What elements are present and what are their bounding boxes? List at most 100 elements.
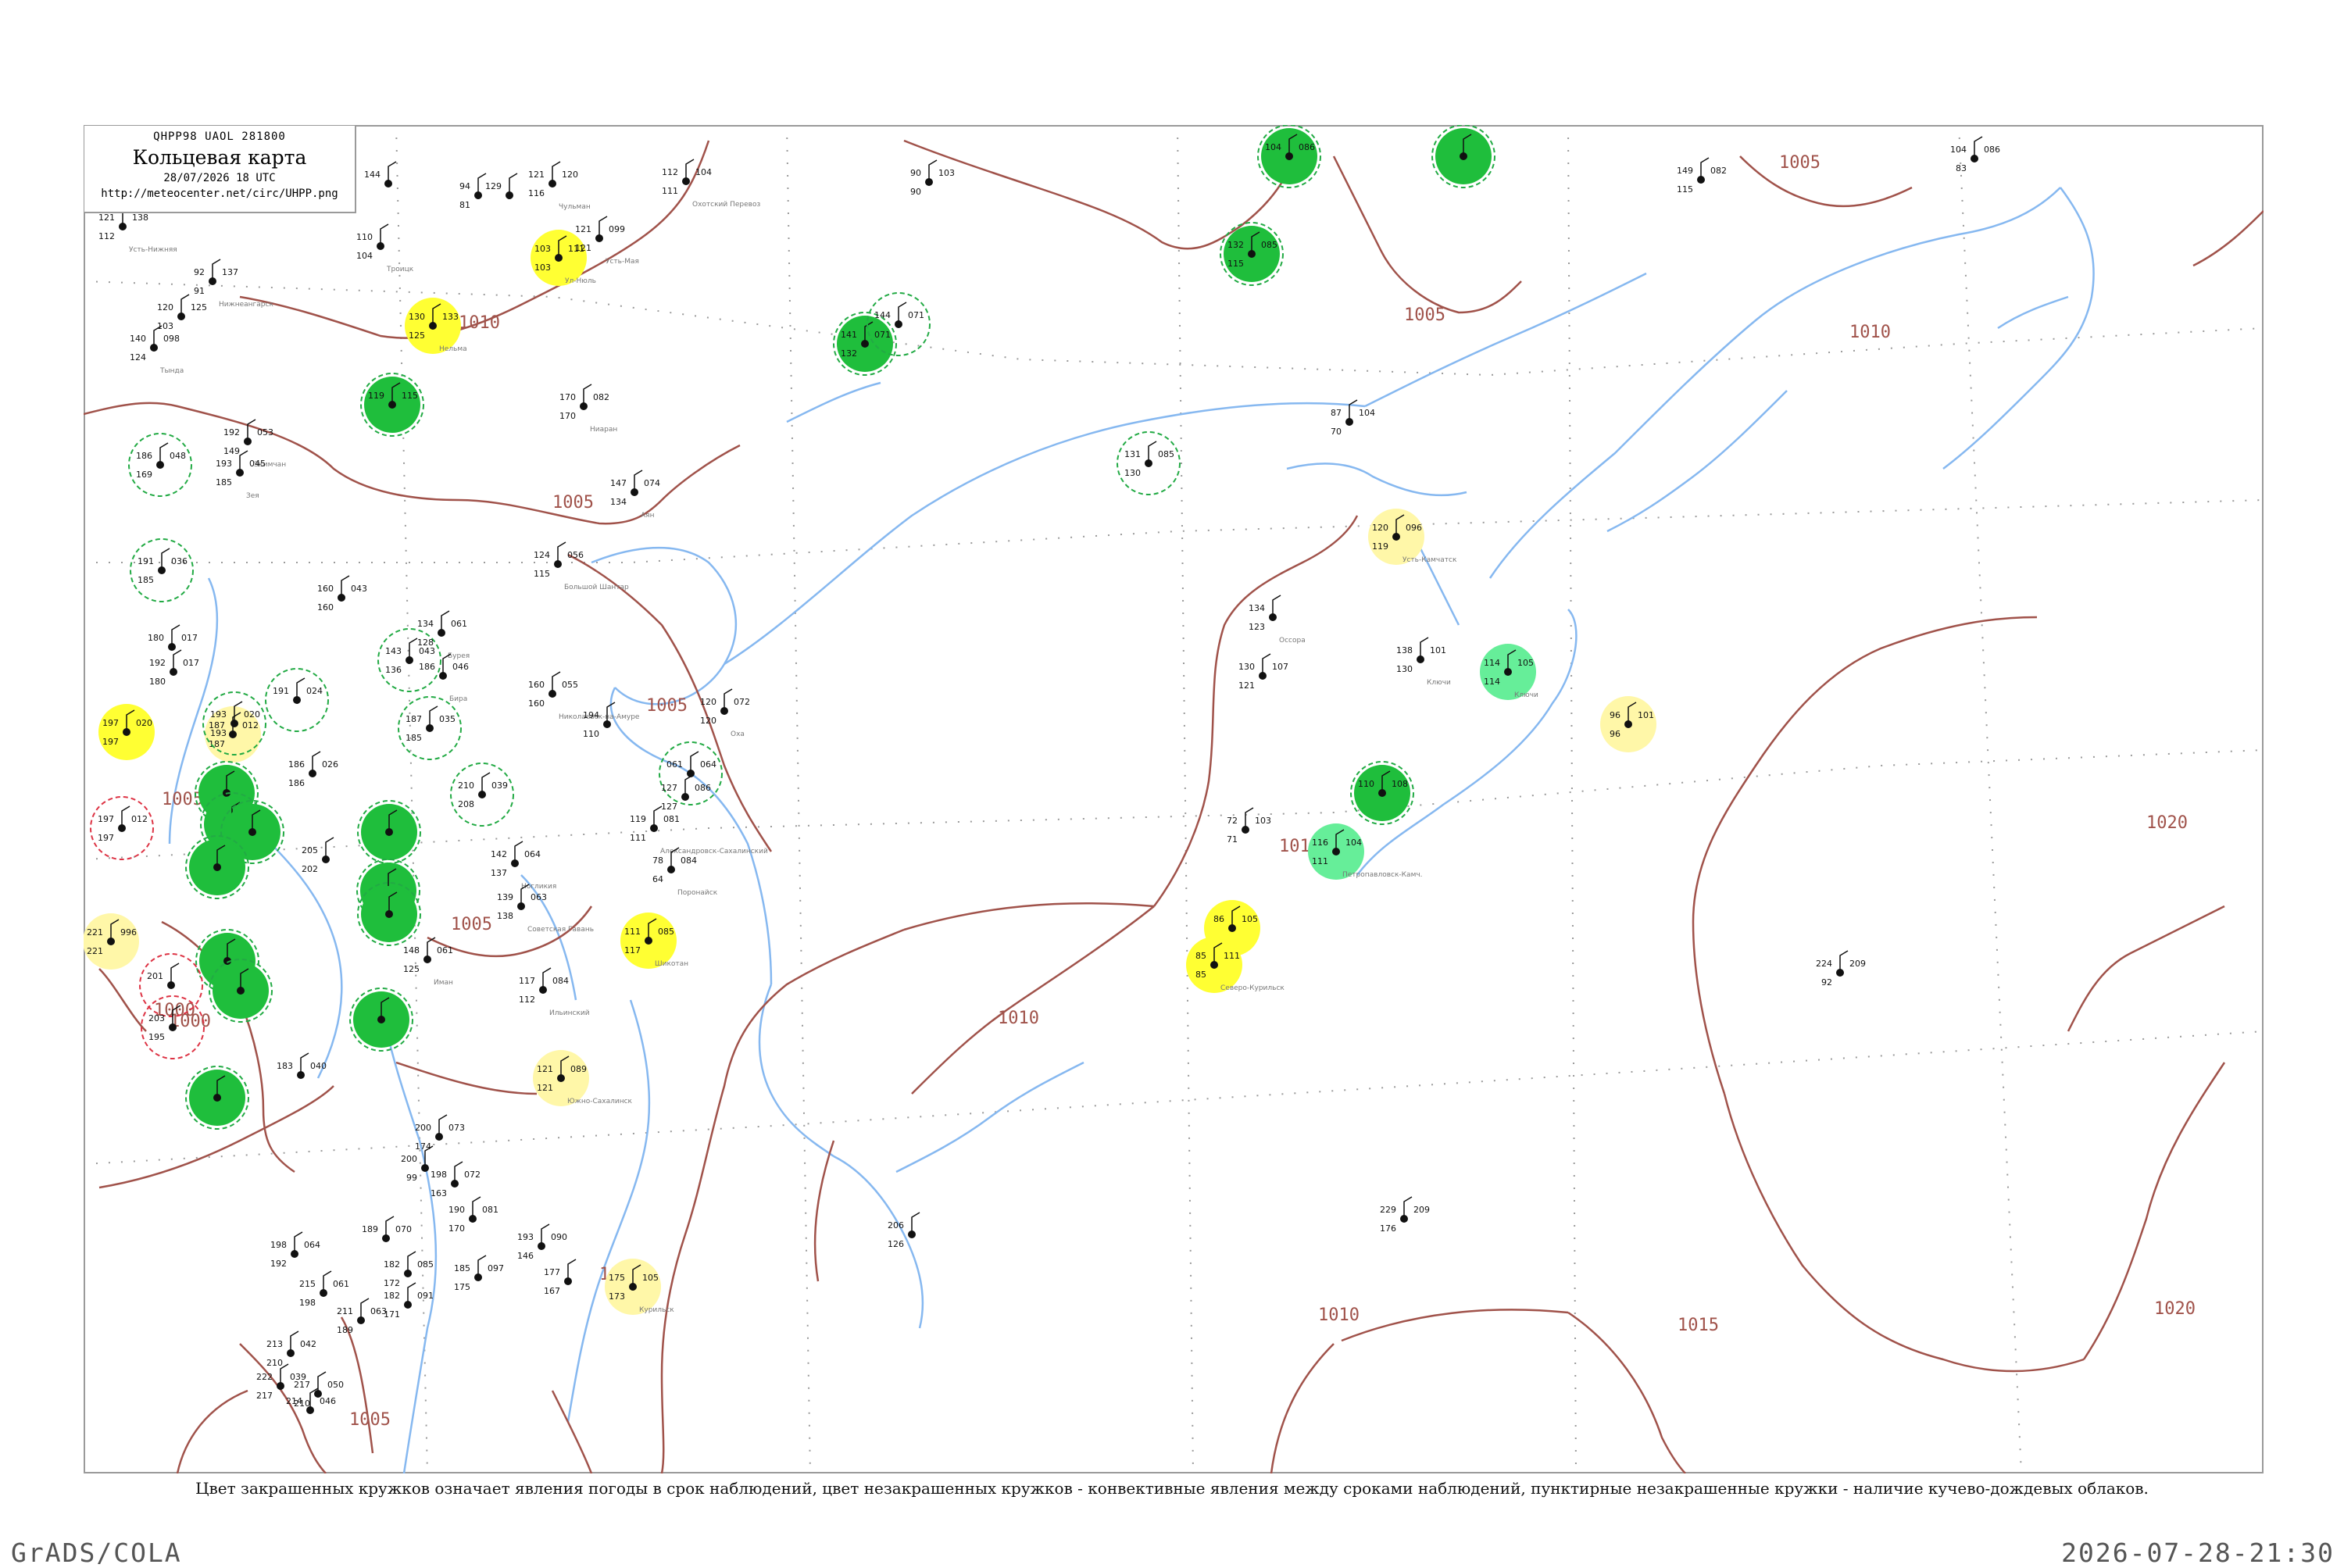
station-filled[interactable]: 103 111103Ул-Нюль — [531, 230, 596, 286]
station-plot[interactable]: 124 056 115 Большой Шантар — [534, 541, 629, 591]
station-dewpoint: 83 — [1956, 163, 1967, 173]
station-plot[interactable]: 130 107 121 — [1238, 653, 1288, 691]
station-plot[interactable]: 186 046 Бира — [419, 653, 469, 703]
station-cb-ring[interactable]: 191 024 — [265, 668, 329, 732]
station-cb-ring[interactable]: 131 085 130 — [1117, 431, 1181, 495]
station-plot[interactable]: 160 043 160 — [317, 575, 367, 613]
station-tendency: 085 — [658, 927, 674, 937]
station-plot[interactable]: 180 017 — [148, 624, 198, 651]
station-plot[interactable]: 215 061 198 — [299, 1270, 349, 1308]
station-plot[interactable]: 185 097 175 — [454, 1255, 504, 1292]
station-filled[interactable]: 197 020 197 — [98, 704, 155, 760]
station-filled[interactable]: 96 101 96 — [1600, 696, 1656, 752]
station-plot[interactable]: 224 209 92 — [1816, 950, 1866, 988]
station-plot[interactable]: 190 081 170 — [448, 1196, 498, 1234]
station-filled[interactable]: 110 108 — [1350, 761, 1414, 825]
map-title: Кольцевая карта — [132, 146, 307, 169]
station-plot[interactable]: 198 072 163 — [431, 1161, 481, 1198]
station-filled[interactable]: 121 089 121 Южно-Сахалинск — [533, 1050, 633, 1106]
station-filled[interactable]: 111 085 117 Шикотан — [620, 913, 688, 969]
station-plot[interactable]: 112 104 111 Охотский Перевоз — [662, 159, 760, 209]
station-dewpoint: 110 — [583, 729, 599, 739]
station-plot[interactable]: 186 026 186 — [288, 751, 338, 788]
station-plot[interactable]: 142 064 137 Ногликия — [491, 841, 556, 891]
station-plot[interactable]: 138 101 130 Ключи — [1396, 637, 1451, 687]
station-pressure: 144 — [364, 170, 381, 180]
station-plot[interactable]: 147 074 134 Аян — [610, 470, 660, 520]
station-cb-ring[interactable]: 061 064 — [659, 741, 723, 805]
station-plot[interactable]: 148 061 125 Иман — [403, 937, 453, 987]
station-dewpoint: 130 — [1124, 468, 1141, 478]
station-plot[interactable]: 104 086 83 — [1950, 136, 2000, 173]
station-cb-ring[interactable]: 187 035 185 — [398, 696, 462, 760]
station-plot[interactable]: 193 045 185 Зея — [216, 450, 266, 500]
station-plot[interactable]: 192 017 180 — [149, 649, 199, 687]
station-filled[interactable]: 141 071 132 — [833, 312, 897, 376]
station-filled[interactable] — [1431, 125, 1495, 188]
station-filled[interactable]: 119 115 — [360, 373, 424, 437]
station-pressure: 222 — [256, 1372, 273, 1382]
station-plot[interactable]: 213 042 210 — [266, 1330, 316, 1368]
station-filled[interactable] — [349, 988, 413, 1052]
source-link[interactable]: http://meteocenter.net/circ/UHPP.png — [84, 188, 355, 200]
station-plot[interactable]: 198 064 192 — [270, 1231, 320, 1269]
station-pressure: 86 — [1213, 914, 1224, 924]
station-plot[interactable]: 200 073 174 — [415, 1114, 465, 1152]
station-plot[interactable]: 189 070 — [362, 1216, 412, 1242]
station-plot[interactable]: 72 103 71 — [1227, 807, 1271, 845]
station-filled[interactable]: 114 105 114 Ключи — [1480, 644, 1538, 700]
station-pressure: 121 — [98, 213, 115, 223]
station-plot[interactable]: 211 063189 — [337, 1298, 387, 1335]
station-plot[interactable]: 134 123 Оссора — [1249, 595, 1306, 645]
station-plot[interactable]: 117 084 112 Ильинский — [519, 967, 590, 1017]
station-pressure: 104 — [1950, 145, 1967, 155]
station-name: Усть-Мая — [606, 258, 639, 266]
station-plot[interactable]: 182 085 172 — [384, 1251, 434, 1288]
station-tendency: 096 — [1406, 523, 1422, 533]
station-cb-ring[interactable]: 186 048 169 — [128, 433, 192, 497]
station-plot[interactable]: 90 103 90 — [910, 159, 955, 197]
station-name: Нижнеангарск — [219, 301, 273, 309]
station-filled[interactable]: 104 086 — [1257, 125, 1321, 188]
station-dewpoint: 208 — [458, 799, 474, 809]
station-pressure: 148 — [403, 945, 420, 955]
station-tendency: 105 — [642, 1273, 659, 1283]
station-cb-ring[interactable]: 191 036 185 — [130, 538, 194, 602]
station-tendency: 209 — [1849, 959, 1866, 969]
station-plot[interactable]: 94 81 — [459, 173, 487, 210]
station-plot[interactable]: 92 137 91 Нижнеангарск — [194, 259, 273, 309]
station-pressure: 131 — [1124, 449, 1141, 459]
station-filled[interactable] — [357, 800, 421, 864]
station-plot[interactable]: 182 091 171 — [384, 1282, 434, 1320]
station-pressure: 191 — [273, 686, 289, 696]
station-cb-ring[interactable]: 197 012 197 — [90, 796, 154, 860]
station-plot[interactable]: 140 098 124 Тында — [130, 325, 184, 375]
station-plot[interactable]: 144 — [364, 161, 397, 188]
station-plot[interactable]: 149 082 115 — [1677, 157, 1727, 195]
station-plot[interactable]: 129 — [485, 173, 518, 199]
station-plot[interactable]: 110 104 Троицк — [356, 223, 414, 273]
station-plot[interactable]: 170 082 170 Ниаран — [559, 384, 617, 434]
station-filled[interactable] — [185, 1066, 249, 1130]
station-pressure: 217 — [294, 1380, 310, 1390]
station-filled[interactable]: 221 996 221 — [84, 913, 139, 970]
station-name: Курильск — [639, 1306, 674, 1314]
station-filled[interactable]: 130 133 125 Нельма — [405, 298, 467, 354]
station-dewpoint: 174 — [415, 1141, 431, 1152]
station-pressure: 110 — [1358, 779, 1374, 789]
station-plot[interactable]: 229 209 176 — [1380, 1196, 1430, 1234]
station-dewpoint: 125 — [403, 964, 420, 974]
station-pressure: 182 — [384, 1259, 400, 1270]
station-plot[interactable]: 127 086 127 — [661, 774, 711, 812]
station-plot[interactable]: 120 072 120 Оха — [700, 688, 750, 738]
station-plot[interactable]: 177 167 — [544, 1259, 577, 1296]
station-plot[interactable]: 193 090 146 — [517, 1223, 567, 1261]
station-plot[interactable]: 121 120 116 Чульман — [528, 161, 591, 211]
station-plot[interactable]: 205 202 — [302, 837, 334, 874]
station-plot[interactable]: 206 126 — [888, 1212, 920, 1249]
station-cb-ring[interactable]: 210 039 208 — [450, 763, 514, 827]
station-filled[interactable]: 120 096 119 Усть-Камчатск — [1368, 509, 1457, 565]
station-filled[interactable]: 132 085 115 — [1220, 222, 1284, 286]
station-filled[interactable]: 175 105 173 Курильск — [605, 1259, 674, 1315]
station-plot[interactable]: 120 125 103 — [157, 294, 207, 331]
